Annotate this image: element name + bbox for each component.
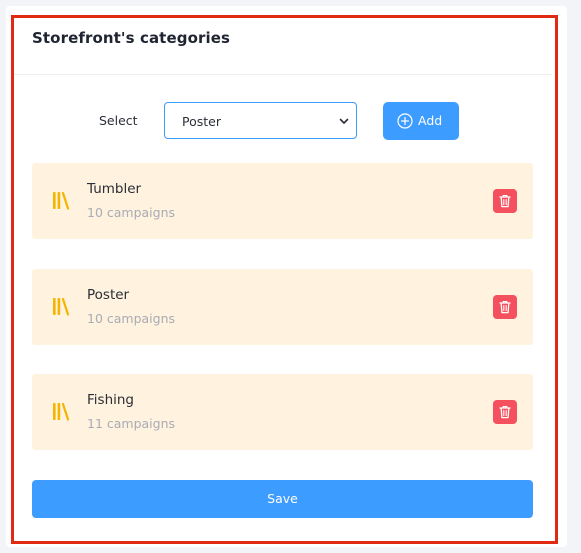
highlight-frame: [11, 15, 558, 544]
